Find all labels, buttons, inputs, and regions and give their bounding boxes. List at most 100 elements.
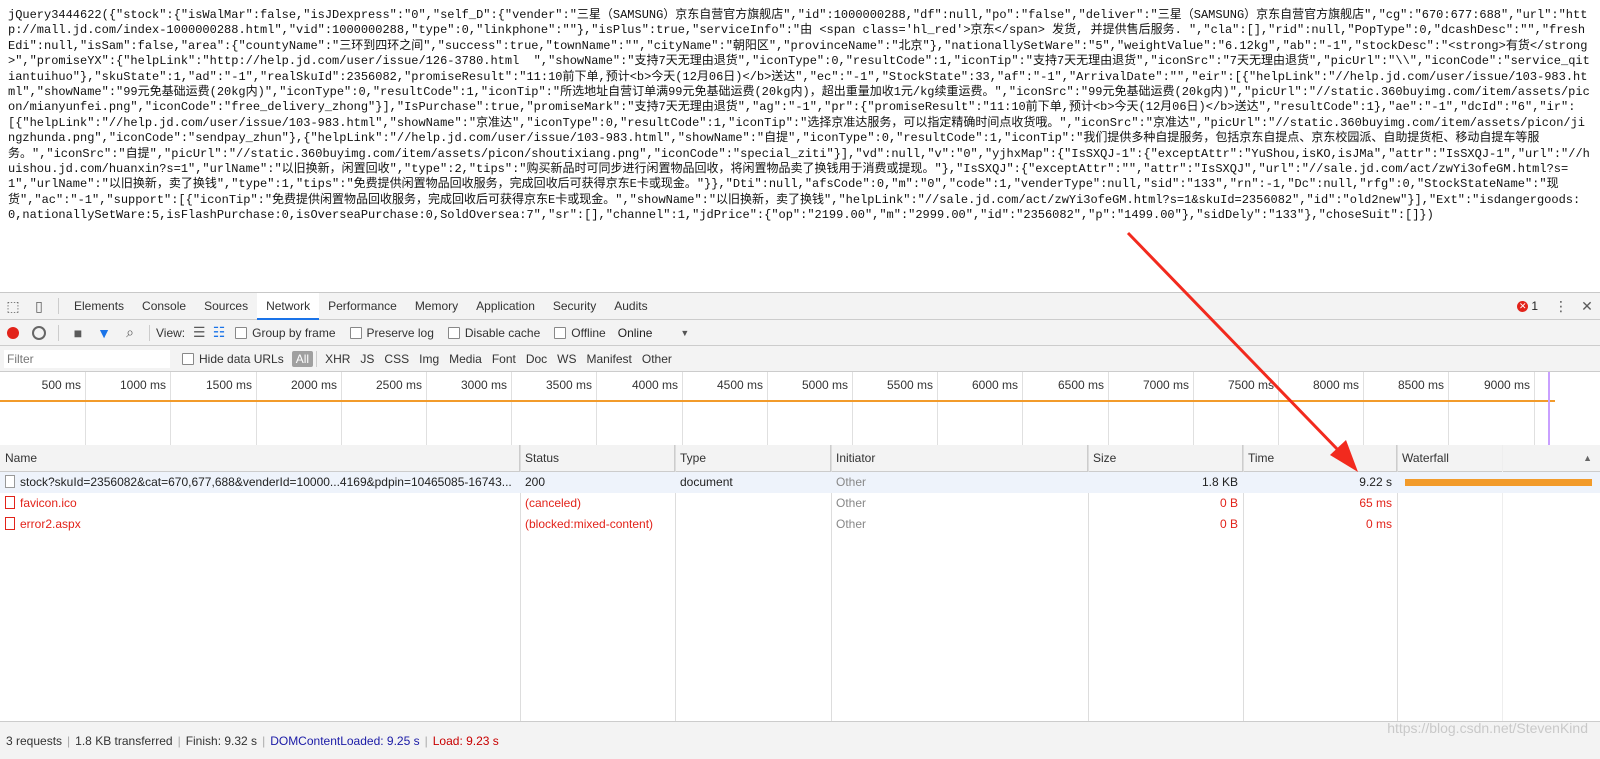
filter-type-manifest[interactable]: Manifest (582, 352, 637, 366)
clear-icon (32, 325, 46, 340)
request-name-cell: stock?skuId=2356082&cat=670,677,688&vend… (0, 472, 520, 493)
request-size: 0 B (1219, 496, 1238, 510)
timeline-tick-label: 3000 ms (460, 378, 507, 392)
filter-type-css[interactable]: CSS (379, 352, 414, 366)
tab-sources[interactable]: Sources (195, 293, 257, 320)
timeline-tick-label: 2000 ms (290, 378, 337, 392)
table-row[interactable]: favicon.ico (canceled) Other 0 B 65 ms (0, 493, 1600, 514)
throttle-select[interactable]: Online ▼ (618, 326, 690, 340)
response-text: jQuery3444622({"stock":{"isWalMar":false… (8, 8, 1590, 223)
timeline-tick-label: 7000 ms (1142, 378, 1189, 392)
filter-type-doc[interactable]: Doc (521, 352, 552, 366)
table-row[interactable]: stock?skuId=2356082&cat=670,677,688&vend… (0, 472, 1600, 493)
timeline-tick-label: 3500 ms (545, 378, 592, 392)
watermark: https://blog.csdn.net/StevenKind (1387, 720, 1588, 736)
timeline-gridline (1022, 372, 1023, 445)
filter-type-all[interactable]: All (291, 350, 314, 367)
request-time: 0 ms (1365, 517, 1392, 531)
filter-type-media[interactable]: Media (444, 352, 487, 366)
hide-data-urls-checkbox[interactable]: Hide data URLs (182, 352, 284, 366)
tab-network[interactable]: Network (257, 292, 320, 320)
filter-icon[interactable]: ▼ (91, 321, 117, 345)
disable-cache-label: Disable cache (464, 325, 541, 340)
filter-type-js[interactable]: JS (355, 352, 379, 366)
tab-console[interactable]: Console (133, 293, 195, 320)
request-size: 1.8 KB (1201, 475, 1238, 489)
preserve-log-checkbox[interactable]: Preserve log (349, 325, 434, 340)
capture-screenshots-icon[interactable]: ■ (65, 321, 91, 345)
divider (58, 298, 59, 314)
request-status: (blocked:mixed-content) (525, 517, 654, 531)
timeline-tick-label: 8000 ms (1312, 378, 1359, 392)
column-type[interactable]: Type (675, 445, 831, 471)
tab-memory[interactable]: Memory (406, 293, 467, 320)
filter-type-other[interactable]: Other (637, 352, 677, 366)
clear-button[interactable] (26, 321, 52, 345)
filter-type-ws[interactable]: WS (552, 352, 581, 366)
group-by-frame-checkbox[interactable]: Group by frame (235, 325, 336, 340)
large-rows-icon[interactable]: ☰ (189, 321, 209, 345)
tab-audits[interactable]: Audits (605, 293, 656, 320)
divider (58, 324, 59, 341)
column-initiator[interactable]: Initiator (831, 445, 1088, 471)
request-name-cell: favicon.ico (0, 493, 520, 514)
tab-security[interactable]: Security (544, 293, 605, 320)
record-button[interactable] (0, 321, 26, 345)
timeline-tick-label: 7500 ms (1227, 378, 1274, 392)
tab-application[interactable]: Application (467, 293, 544, 320)
column-waterfall[interactable]: Waterfall ▲ (1397, 445, 1600, 471)
request-status: 200 (525, 475, 546, 489)
document-icon (5, 475, 15, 488)
timeline-tick-label: 6000 ms (971, 378, 1018, 392)
request-time: 9.22 s (1359, 475, 1392, 489)
inspect-element-icon[interactable]: ⬚ (0, 294, 26, 318)
tab-performance[interactable]: Performance (319, 293, 406, 320)
waterfall-view-icon[interactable]: ☷ (209, 321, 229, 345)
timeline-gridline (170, 372, 171, 445)
disable-cache-checkbox[interactable]: Disable cache (447, 325, 541, 340)
waterfall-bar (1405, 479, 1592, 486)
column-size[interactable]: Size (1088, 445, 1243, 471)
preserve-log-label: Preserve log (366, 325, 434, 340)
offline-label: Offline (571, 325, 606, 340)
divider: | (262, 733, 266, 748)
search-icon[interactable]: ⌕ (117, 321, 143, 345)
divider (316, 350, 318, 367)
column-time[interactable]: Time (1243, 445, 1397, 471)
filter-type-xhr[interactable]: XHR (320, 352, 355, 366)
column-status[interactable]: Status (520, 445, 675, 471)
sort-ascending-icon: ▲ (1583, 453, 1592, 463)
filter-type-font[interactable]: Font (487, 352, 521, 366)
table-row[interactable]: error2.aspx (blocked:mixed-content) Othe… (0, 514, 1600, 535)
error-counter[interactable]: ✕ 1 (1517, 299, 1538, 313)
filter-type-img[interactable]: Img (414, 352, 444, 366)
group-by-frame-label: Group by frame (252, 325, 336, 340)
column-name[interactable]: Name (0, 445, 520, 471)
network-toolbar: ■ ▼ ⌕ View: ☰ ☷ Group by frame Preserve … (0, 320, 1600, 346)
chevron-down-icon: ▼ (680, 327, 690, 338)
timeline-overview[interactable]: 500 ms 1000 ms 1500 ms 2000 ms 2500 ms 3000 m… (0, 372, 1600, 446)
requests-table: Name Status Type Initiator Size Time Wat… (0, 445, 1600, 721)
error-icon: ✕ (1517, 300, 1529, 312)
timeline-tick-label: 500 ms (41, 378, 81, 392)
divider (149, 324, 150, 341)
devtools-tab-bar: ⬚ ▯ Elements Console Sources Network Per… (0, 292, 1600, 320)
more-options-icon[interactable]: ⋮ (1548, 294, 1574, 318)
request-name: stock?skuId=2356082&cat=670,677,688&vend… (20, 475, 512, 489)
status-requests: 3 requests (6, 733, 63, 748)
request-initiator: Other (836, 496, 867, 510)
column-waterfall-label: Waterfall (1402, 451, 1449, 465)
device-toolbar-icon[interactable]: ▯ (26, 294, 52, 318)
timeline-tick-label: 5500 ms (886, 378, 933, 392)
tab-elements[interactable]: Elements (65, 293, 133, 320)
timeline-gridline (1534, 372, 1535, 445)
request-type (675, 514, 831, 535)
divider: | (67, 733, 71, 748)
offline-checkbox[interactable]: Offline (554, 325, 606, 340)
devtools-panel: ⬚ ▯ Elements Console Sources Network Per… (0, 292, 1600, 759)
throttle-value: Online (617, 325, 653, 340)
timeline-tick-label: 8500 ms (1397, 378, 1444, 392)
filter-input[interactable] (4, 349, 170, 368)
request-type (675, 493, 831, 514)
close-icon[interactable]: ✕ (1574, 294, 1600, 318)
